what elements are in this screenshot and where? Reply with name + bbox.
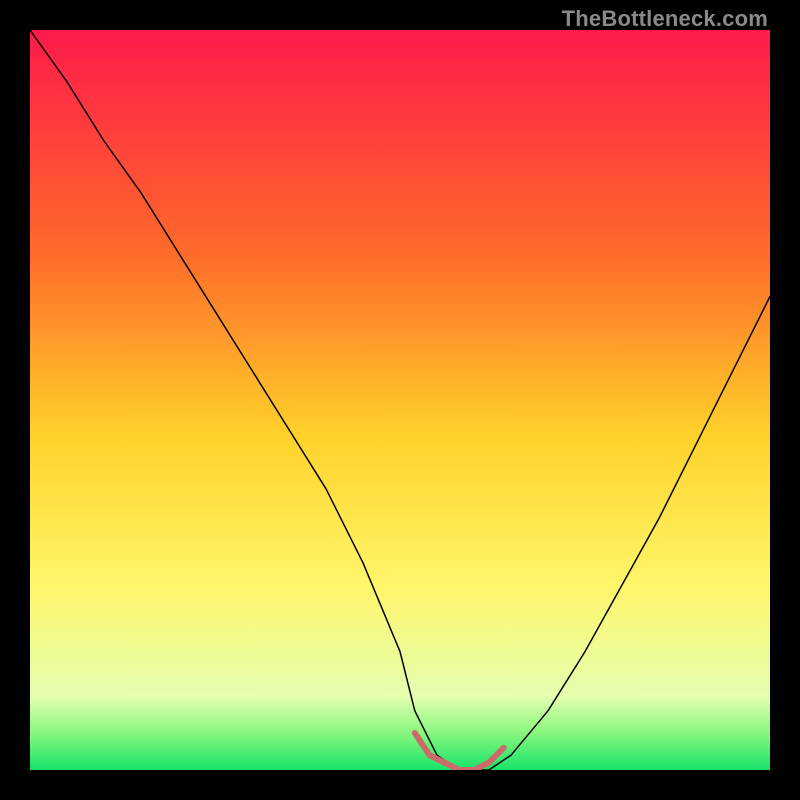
curve-layer [30,30,770,770]
watermark-text: TheBottleneck.com [562,6,768,32]
plot-area [30,30,770,770]
bottleneck-curve [30,30,770,770]
chart-frame: TheBottleneck.com [0,0,800,800]
